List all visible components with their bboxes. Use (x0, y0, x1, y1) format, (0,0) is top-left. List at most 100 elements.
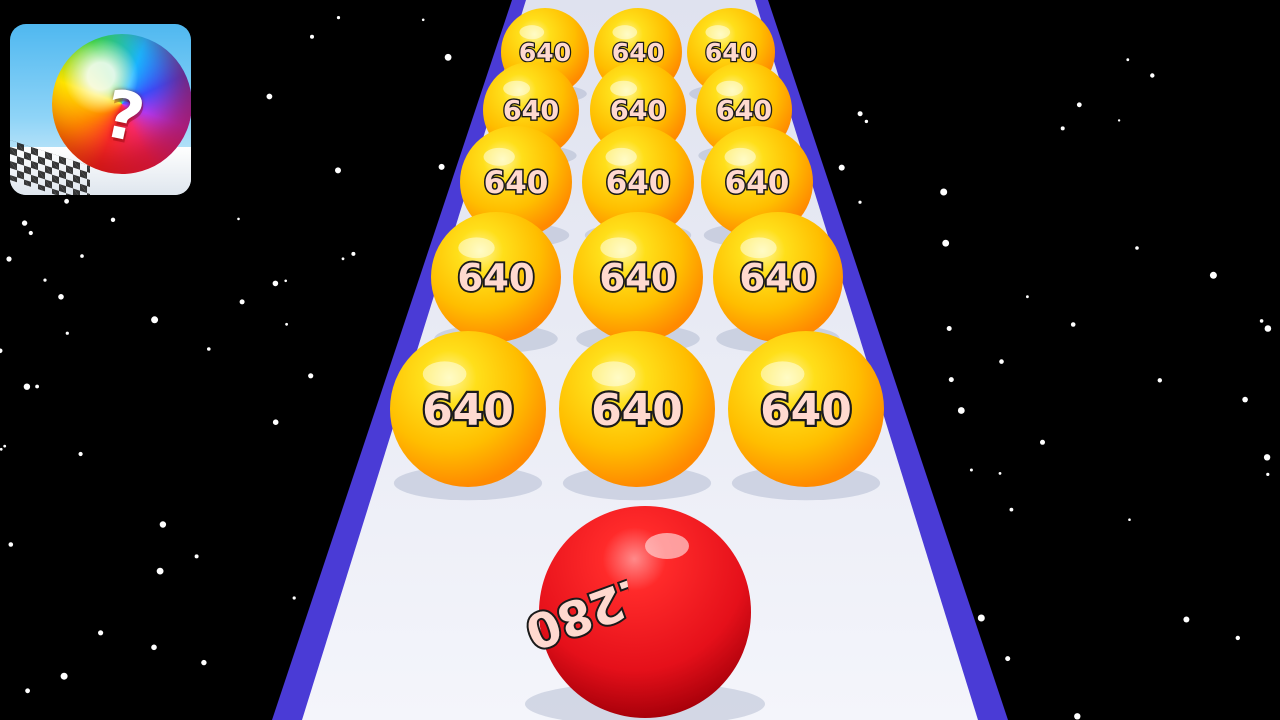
star (858, 200, 862, 204)
star (80, 254, 84, 258)
number-ball: 640 (728, 331, 884, 501)
star (28, 230, 33, 236)
ball-highlight (760, 361, 805, 387)
star (438, 163, 445, 170)
star (201, 659, 207, 666)
star (308, 373, 314, 379)
star (998, 472, 1002, 475)
star (1060, 126, 1065, 131)
star (948, 377, 954, 383)
ball-highlight (503, 80, 531, 97)
ball-highlight (724, 147, 756, 166)
star (1235, 635, 1241, 641)
star (159, 521, 167, 528)
star (237, 217, 240, 221)
game-scene: 640 640 640640 640 640640 640 640640 640 640640 6… (0, 0, 1272, 720)
ball-highlight (605, 147, 637, 166)
star (341, 257, 345, 261)
ball-highlight (458, 237, 495, 259)
number-ball: 640 (431, 212, 561, 354)
star (0, 447, 3, 451)
star (58, 294, 64, 300)
ball-highlight (600, 237, 637, 259)
ball-highlight (740, 237, 777, 259)
star (940, 188, 948, 196)
star (335, 167, 341, 174)
star (310, 34, 314, 39)
star (266, 93, 273, 100)
ball-value: 640 (610, 96, 666, 127)
ball-value: 640 (422, 385, 514, 436)
star (1150, 73, 1155, 78)
ball-value: 640 (599, 256, 676, 299)
star (1070, 322, 1076, 327)
star (1009, 507, 1014, 512)
ball-value: 640 (606, 165, 671, 201)
star (977, 614, 985, 622)
star (6, 256, 12, 262)
ball-highlight (610, 80, 638, 97)
star (194, 554, 199, 559)
star (1209, 271, 1217, 279)
star (0, 348, 3, 354)
star (151, 316, 159, 324)
game-app-icon[interactable]: ? (10, 24, 191, 195)
ball-value: 640 (457, 256, 534, 299)
star (1259, 319, 1264, 323)
ball-highlight (422, 361, 467, 387)
number-ball: 640 (559, 331, 715, 501)
star (1126, 58, 1130, 62)
ball-value: 640 (503, 96, 559, 127)
ball-value: 640 (739, 256, 816, 299)
star (942, 239, 950, 247)
star (21, 220, 28, 226)
star (421, 18, 425, 22)
star (25, 688, 30, 694)
star (292, 596, 296, 600)
star (336, 16, 341, 20)
star (969, 468, 973, 472)
star (1026, 295, 1029, 299)
star (3, 444, 7, 448)
star (1117, 119, 1121, 122)
star (351, 251, 356, 256)
player-ball-highlight (645, 533, 689, 559)
star (239, 299, 245, 305)
star (43, 278, 47, 282)
star (156, 567, 164, 575)
star (1264, 325, 1272, 332)
ball-value: 640 (716, 96, 772, 127)
star (1263, 454, 1271, 461)
ball-value: 640 (591, 385, 683, 436)
star (78, 451, 83, 457)
number-ball: 640 (390, 331, 546, 501)
star (35, 384, 39, 389)
star (151, 644, 157, 651)
star (284, 279, 288, 283)
star (285, 322, 288, 326)
star (110, 217, 116, 222)
ball-highlight (483, 147, 515, 166)
star (999, 359, 1004, 364)
ball-highlight (591, 361, 636, 387)
star (864, 119, 869, 124)
ball-value: 640 (484, 165, 549, 201)
star (444, 53, 452, 61)
star (272, 280, 279, 287)
star (1128, 518, 1131, 521)
star (1005, 656, 1011, 662)
star (1040, 439, 1045, 445)
star (65, 331, 69, 335)
star (1076, 102, 1082, 108)
ball-highlight (716, 80, 744, 97)
number-ball: 640 (713, 212, 843, 354)
star (857, 111, 863, 117)
star (957, 407, 965, 414)
star (272, 419, 279, 426)
star (23, 383, 31, 390)
star (946, 326, 952, 331)
star (1157, 378, 1163, 383)
star (207, 347, 211, 351)
star (1242, 396, 1248, 403)
ball-value: 640 (760, 385, 852, 436)
